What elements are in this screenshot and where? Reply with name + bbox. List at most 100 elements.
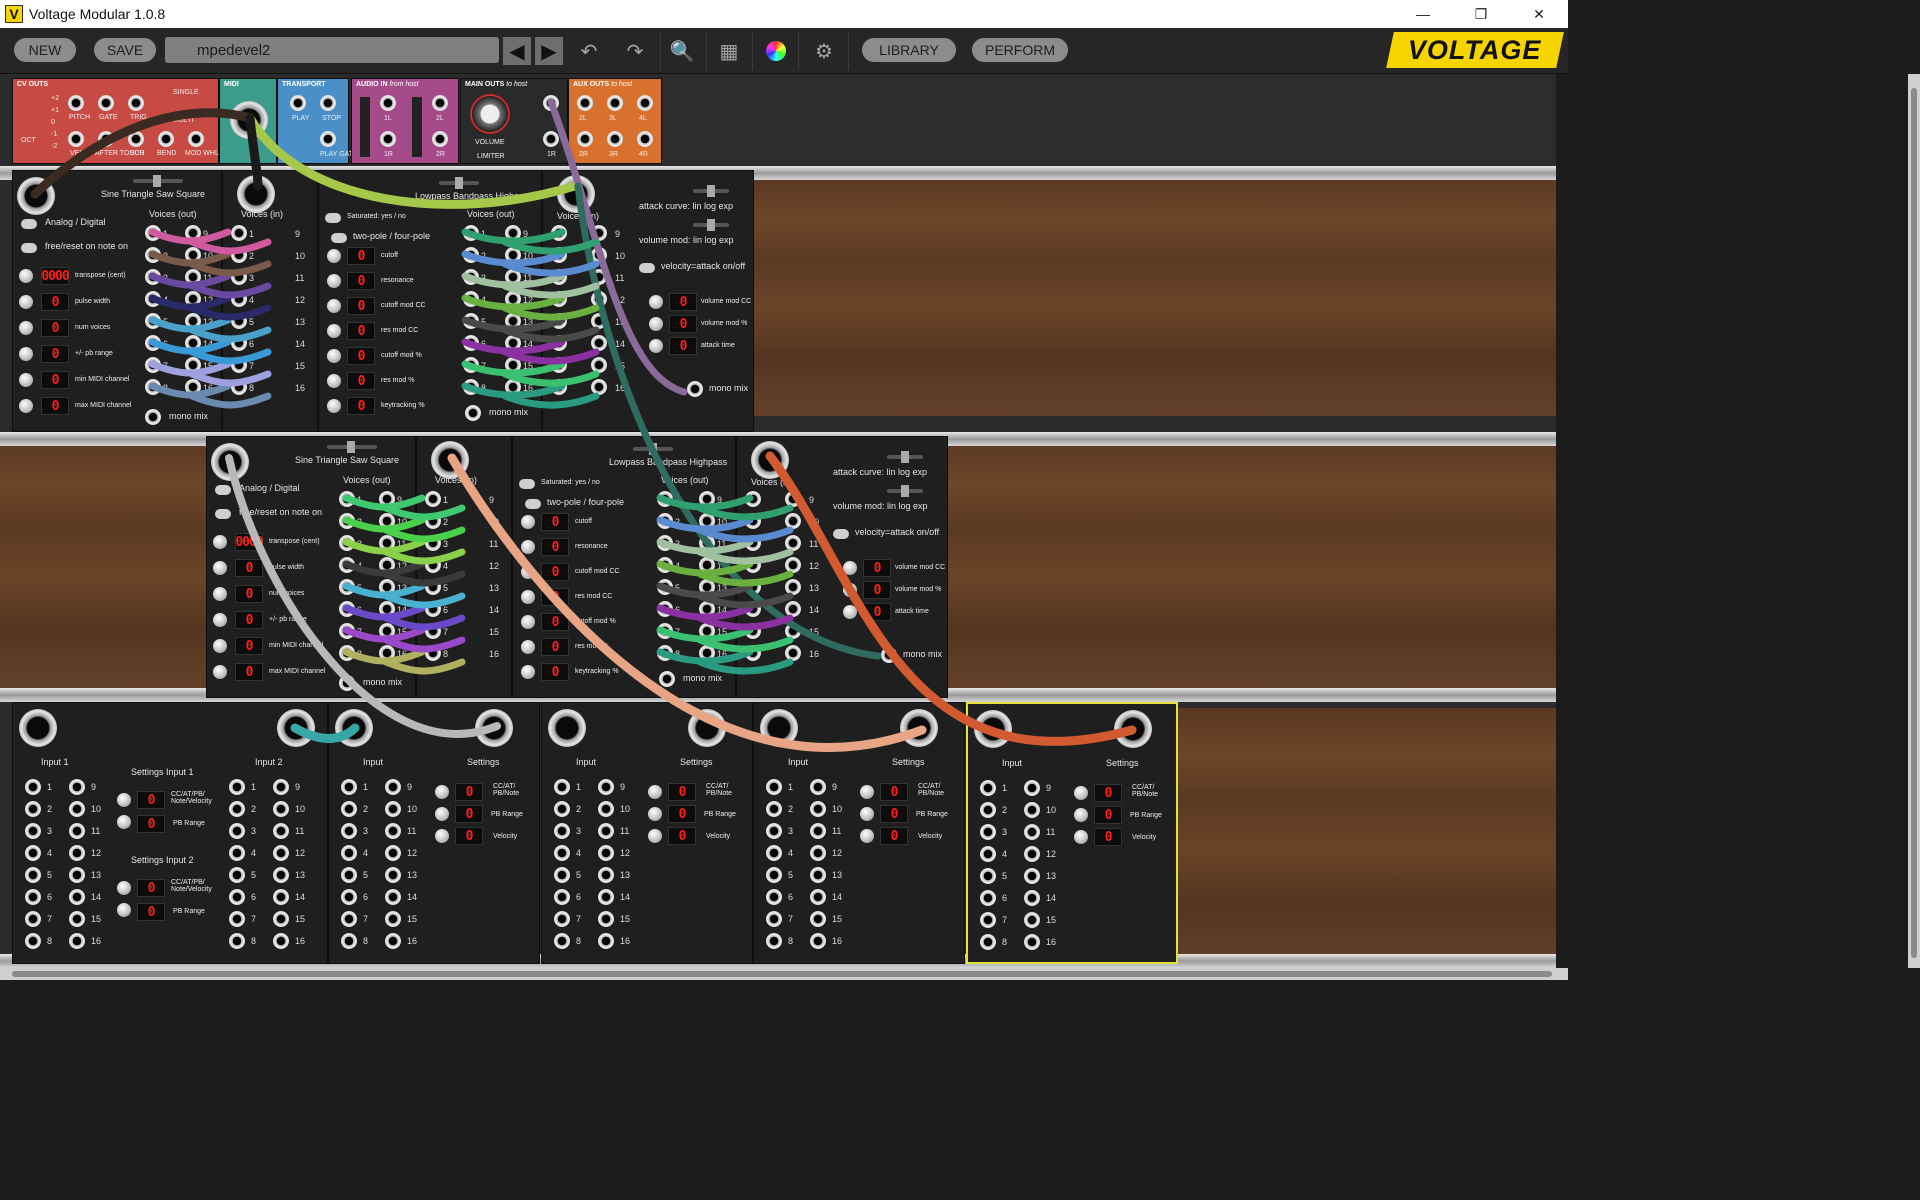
mpe-voice-jack[interactable] (1024, 890, 1040, 906)
play-gate-jack[interactable] (320, 131, 336, 147)
voice-out-jack[interactable] (145, 379, 161, 395)
mpe-voice-jack[interactable] (341, 933, 357, 949)
aux-out-jack[interactable] (577, 95, 593, 111)
attack-curve-slider[interactable] (693, 185, 729, 197)
filter-mono-mix-jack[interactable] (659, 671, 675, 687)
mpe-midi-input-jack[interactable] (760, 709, 798, 747)
mpe-voice-jack[interactable] (980, 802, 996, 818)
filter-param-knob[interactable] (327, 299, 341, 313)
mpe-voice-jack[interactable] (229, 911, 245, 927)
mpe-voice-jack[interactable] (598, 823, 614, 839)
voice-out-jack[interactable] (185, 247, 201, 263)
filter-voice-out-jack[interactable] (463, 225, 479, 241)
mpe-voice-jack[interactable] (385, 779, 401, 795)
vca-param-knob[interactable] (843, 605, 857, 619)
voice-out-jack[interactable] (379, 513, 395, 529)
pitch-jack[interactable] (68, 95, 84, 111)
vca-voice-in-jack[interactable] (551, 313, 567, 329)
filter-voice-out-jack[interactable] (657, 513, 673, 529)
mpe-voice-jack[interactable] (554, 845, 570, 861)
voice-out-jack[interactable] (339, 645, 355, 661)
minimize-button[interactable]: — (1394, 0, 1452, 28)
mpe-voice-jack[interactable] (385, 845, 401, 861)
mpe-voice-jack[interactable] (810, 779, 826, 795)
filter-mono-mix-jack[interactable] (465, 405, 481, 421)
voice-in-jack[interactable] (231, 291, 247, 307)
filter-voice-out-jack[interactable] (505, 291, 521, 307)
mpe-voice-jack[interactable] (598, 845, 614, 861)
vca-voice-in-jack[interactable] (745, 623, 761, 639)
voice-out-jack[interactable] (145, 291, 161, 307)
mpe-voice-jack[interactable] (554, 779, 570, 795)
mpe-voice-jack[interactable] (598, 911, 614, 927)
horizontal-scrollbar[interactable] (0, 968, 1568, 980)
filter-param-knob[interactable] (327, 374, 341, 388)
mpe-voice-jack[interactable] (810, 845, 826, 861)
filter-voice-out-jack[interactable] (505, 335, 521, 351)
voice-out-jack[interactable] (339, 491, 355, 507)
filter-param-knob[interactable] (521, 565, 535, 579)
voice-out-jack[interactable] (339, 535, 355, 551)
mpe-voice-jack[interactable] (766, 867, 782, 883)
audio-in-2l-jack[interactable] (432, 95, 448, 111)
voice-out-jack[interactable] (185, 225, 201, 241)
audio-in-2r-jack[interactable] (432, 131, 448, 147)
stop-jack[interactable] (320, 95, 336, 111)
vca-voice-in-jack[interactable] (551, 357, 567, 373)
volume-mod-slider[interactable] (887, 485, 923, 497)
voice-in-jack[interactable] (231, 225, 247, 241)
vca-voice-in-jack[interactable] (591, 225, 607, 241)
voice-out-jack[interactable] (185, 269, 201, 285)
mpe-voice-jack[interactable] (273, 801, 289, 817)
pb-range-knob[interactable] (1074, 808, 1088, 822)
preset-name-field[interactable]: mpedevel2 (165, 37, 499, 63)
mpe-voice-jack[interactable] (1024, 780, 1040, 796)
play-jack[interactable] (290, 95, 306, 111)
mpe-voice-jack[interactable] (273, 779, 289, 795)
mpe-voice-jack[interactable] (766, 933, 782, 949)
vca-voice-in-jack[interactable] (785, 513, 801, 529)
voice-out-jack[interactable] (339, 623, 355, 639)
saturated-toggle[interactable] (519, 479, 535, 489)
mpe-voice-jack[interactable] (69, 867, 85, 883)
waveform-slider[interactable] (327, 441, 377, 453)
voice-out-jack[interactable] (145, 247, 161, 263)
filter-param-knob[interactable] (521, 515, 535, 529)
mpe-voice-jack[interactable] (25, 823, 41, 839)
trig-jack[interactable] (128, 95, 144, 111)
cc-knob[interactable] (117, 881, 131, 895)
mpe-voice-jack[interactable] (385, 933, 401, 949)
mpe-voice-jack[interactable] (554, 867, 570, 883)
vca-param-knob[interactable] (843, 583, 857, 597)
voice-in-jack[interactable] (231, 335, 247, 351)
grid-pattern-icon[interactable]: ▦ (715, 37, 743, 65)
filter-voice-out-jack[interactable] (463, 291, 479, 307)
filter-voice-out-jack[interactable] (699, 513, 715, 529)
mpe-voice-jack[interactable] (598, 867, 614, 883)
main-out-left-jack[interactable] (543, 95, 559, 111)
filter-voice-out-jack[interactable] (463, 313, 479, 329)
vca-voice-in-jack[interactable] (745, 513, 761, 529)
mpe-voice-jack[interactable] (980, 934, 996, 950)
save-button[interactable]: SAVE (94, 38, 156, 62)
filter-param-knob[interactable] (327, 324, 341, 338)
filter-voice-out-jack[interactable] (657, 579, 673, 595)
voice-in-jack[interactable] (231, 247, 247, 263)
vca-voice-in-jack[interactable] (551, 225, 567, 241)
perform-button[interactable]: PERFORM (972, 38, 1068, 62)
mpe-voice-jack[interactable] (273, 845, 289, 861)
voice-in-jack[interactable] (231, 379, 247, 395)
mpe-voice-jack[interactable] (385, 823, 401, 839)
filter-voice-out-jack[interactable] (463, 269, 479, 285)
mpe-voice-jack[interactable] (229, 823, 245, 839)
volume-knob[interactable] (469, 93, 511, 135)
mpe-input-module[interactable]: Input 1 2 3 4 5 6 7 8 9 10 11 12 13 14 15 16 Settings 0 CC/… (541, 702, 753, 964)
filter-voice-out-jack[interactable] (463, 247, 479, 263)
voice-out-jack[interactable] (185, 313, 201, 329)
pole-toggle[interactable] (331, 233, 347, 243)
mpe-voice-jack[interactable] (273, 911, 289, 927)
voice-out-jack[interactable] (339, 557, 355, 573)
vca-mono-mix-jack[interactable] (881, 647, 897, 663)
mpe-midi-input-jack[interactable] (974, 710, 1012, 748)
mpe-voice-jack[interactable] (554, 889, 570, 905)
